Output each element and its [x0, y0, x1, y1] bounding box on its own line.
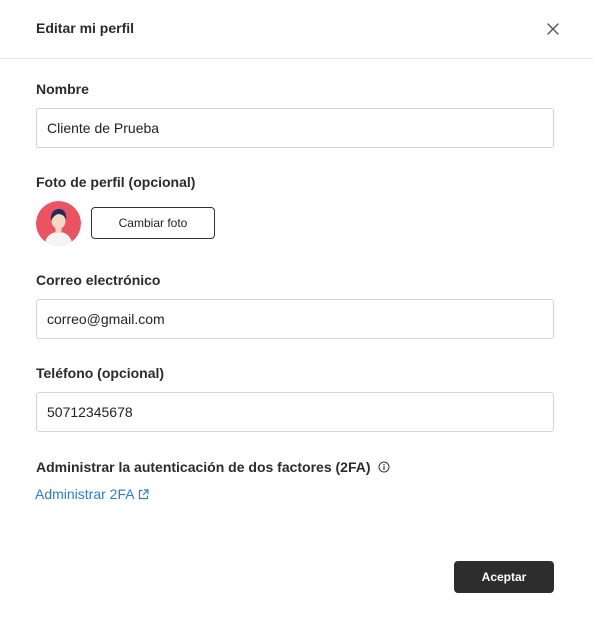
dialog-header: Editar mi perfil	[0, 0, 593, 59]
phone-label: Teléfono (opcional)	[36, 365, 165, 381]
twofa-label: Administrar la autenticación de dos fact…	[36, 459, 371, 475]
name-input[interactable]: Cliente de Prueba	[36, 108, 554, 148]
manage-2fa-link-label: Administrar 2FA	[35, 486, 135, 502]
phone-input[interactable]: 50712345678	[36, 392, 554, 432]
name-label: Nombre	[36, 81, 89, 97]
close-icon	[547, 23, 559, 35]
email-input[interactable]: correo@gmail.com	[36, 299, 554, 339]
change-photo-button[interactable]: Cambiar foto	[91, 207, 215, 239]
info-icon[interactable]	[378, 460, 390, 473]
photo-label: Foto de perfil (opcional)	[36, 174, 196, 190]
dialog-title: Editar mi perfil	[36, 20, 135, 36]
email-label: Correo electrónico	[36, 272, 161, 288]
avatar	[36, 201, 81, 246]
external-link-icon	[138, 488, 149, 499]
edit-profile-dialog: Editar mi perfil Nombre Cliente de Prueb…	[0, 0, 593, 622]
accept-button[interactable]: Aceptar	[454, 561, 554, 593]
manage-2fa-link[interactable]: Administrar 2FA	[35, 486, 149, 502]
close-button[interactable]	[545, 21, 561, 37]
